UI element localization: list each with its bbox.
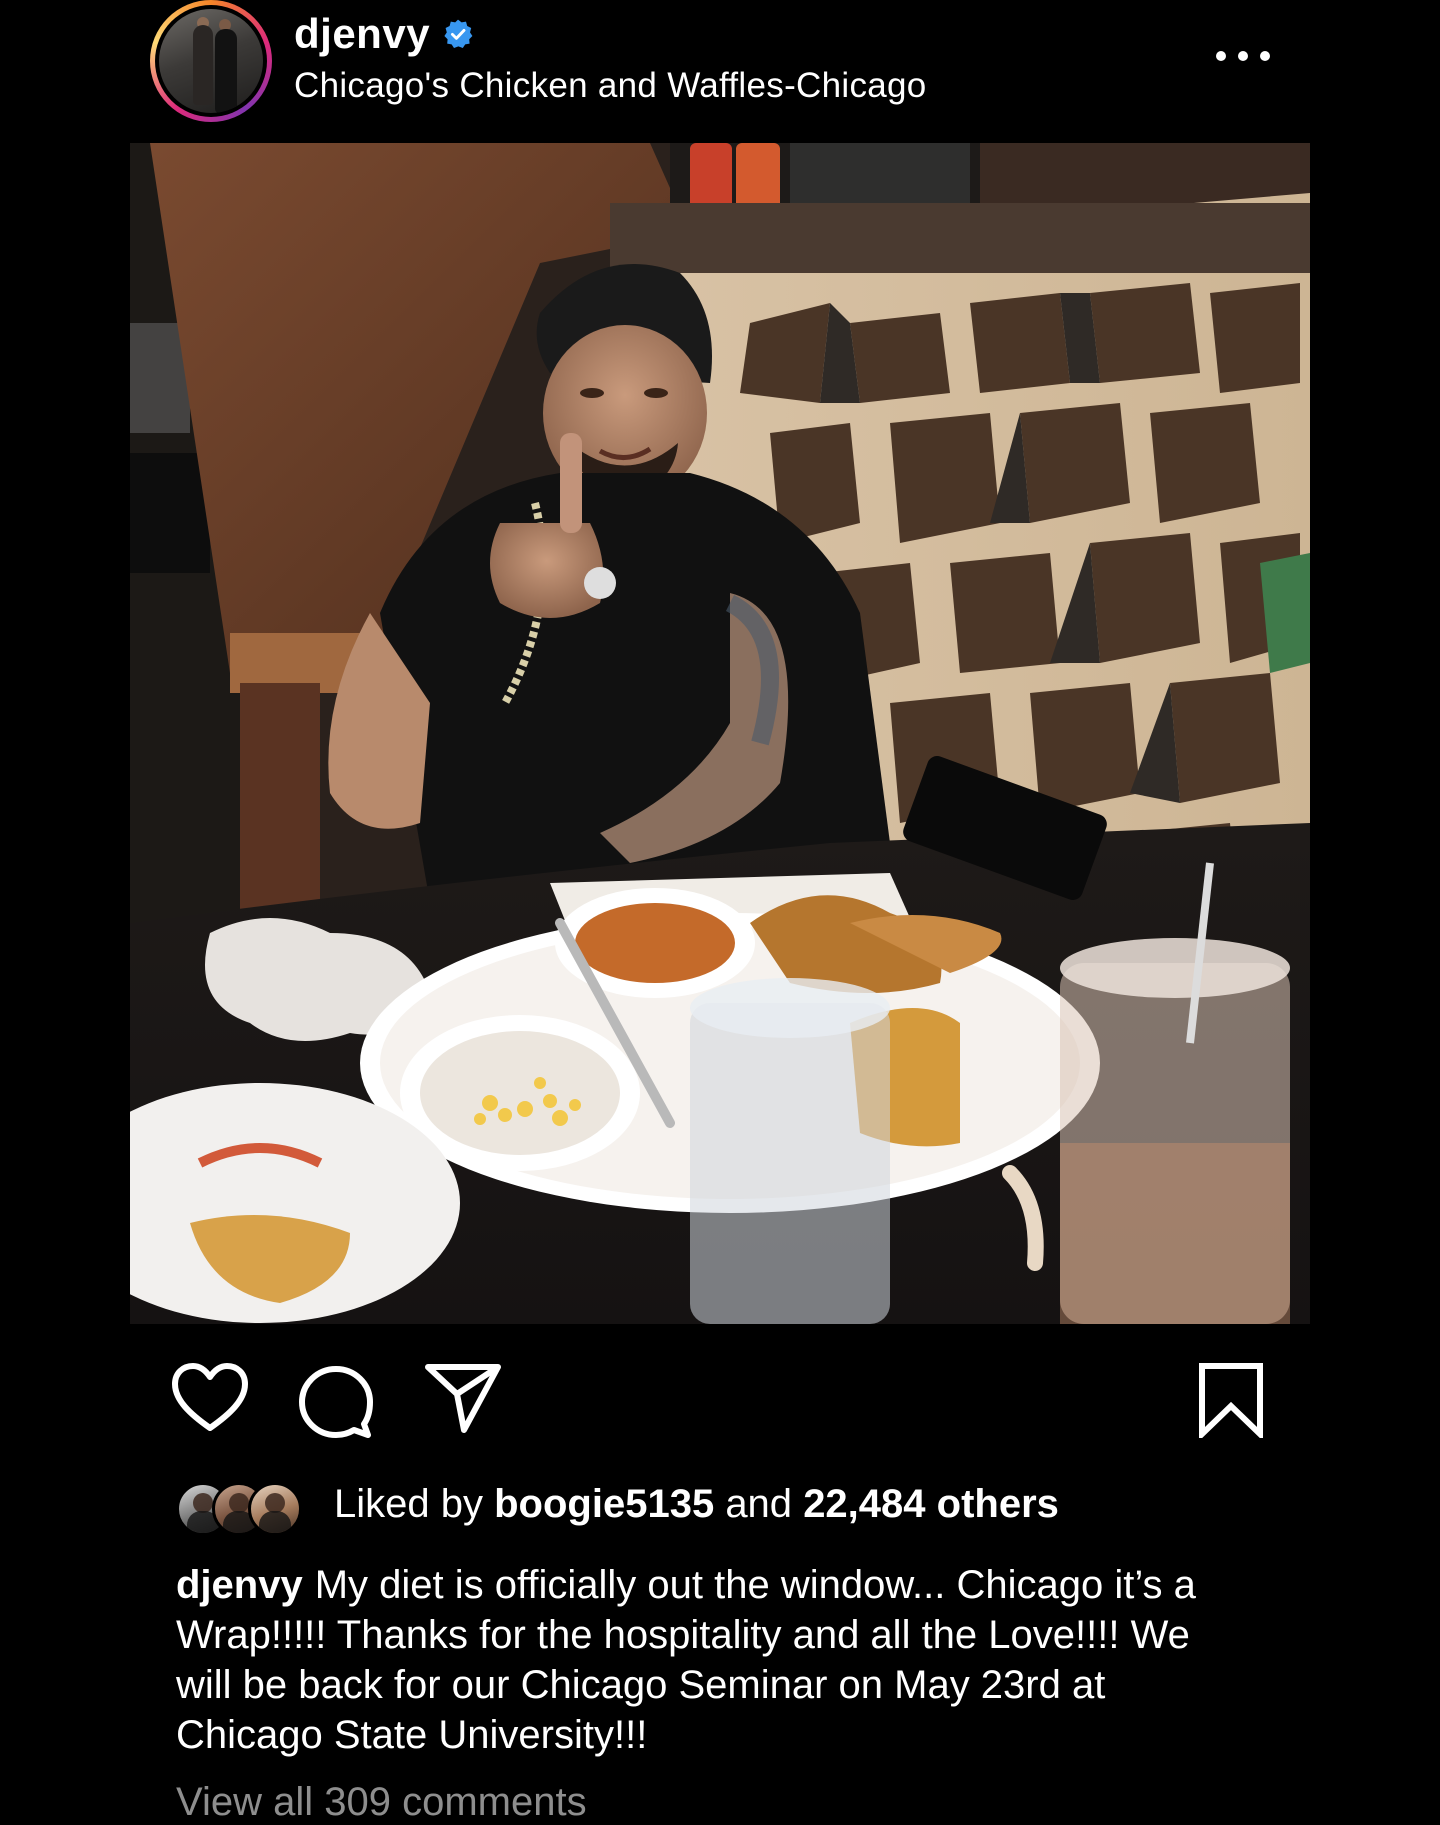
save-button[interactable] <box>1196 1362 1266 1442</box>
likes-and-label: and <box>725 1482 793 1526</box>
post-header-user: djenvy <box>294 10 474 58</box>
avatar-image <box>159 9 263 113</box>
bookmark-outline-icon <box>1199 1363 1263 1442</box>
view-all-comments-link[interactable]: View all 309 comments <box>176 1780 587 1825</box>
more-dot <box>1260 51 1270 61</box>
heart-outline-icon <box>172 1363 248 1431</box>
likes-summary: Liked by boogie5135 and 22,484 others <box>334 1482 1059 1527</box>
liker-avatar <box>248 1482 302 1536</box>
comment-bubble-icon <box>299 1366 373 1438</box>
paper-plane-icon <box>425 1364 501 1433</box>
more-dot <box>1238 51 1248 61</box>
liker-avatars[interactable] <box>176 1482 316 1536</box>
comment-button[interactable] <box>298 1364 374 1440</box>
location-link[interactable]: Chicago's Chicken and Waffles-Chicago <box>294 66 927 106</box>
verified-badge-icon <box>444 19 473 48</box>
post-photo[interactable] <box>130 143 1310 1324</box>
share-button[interactable] <box>424 1362 502 1434</box>
caption-username-link[interactable]: djenvy <box>176 1563 303 1607</box>
liked-by-label: Liked by <box>334 1482 483 1526</box>
profile-avatar[interactable] <box>150 0 272 122</box>
avatar-ring-gap <box>155 5 267 117</box>
like-button[interactable] <box>170 1362 250 1434</box>
more-dot <box>1216 51 1226 61</box>
username-link[interactable]: djenvy <box>294 10 430 58</box>
post-caption: djenvy My diet is officially out the wind… <box>176 1560 1256 1760</box>
others-count-link[interactable]: 22,484 others <box>803 1482 1059 1526</box>
post-photo-illustration <box>130 143 1310 1324</box>
more-options-icon[interactable] <box>1216 44 1270 68</box>
first-liker-link[interactable]: boogie5135 <box>494 1482 714 1526</box>
caption-text: My diet is officially out the window... … <box>176 1563 1196 1757</box>
